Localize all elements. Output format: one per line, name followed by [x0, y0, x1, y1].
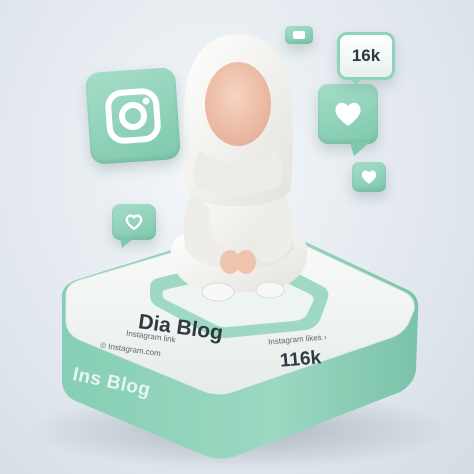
heart-icon	[125, 214, 143, 230]
chat-bubble-icon	[293, 31, 305, 39]
follower-count-badge: 16k	[337, 32, 395, 86]
heart-bubble-small-right	[352, 162, 386, 192]
instagram-bubble	[84, 66, 182, 166]
instagram-icon	[105, 88, 161, 144]
scene: Dia Blog Instagram link © Instagram.com …	[0, 0, 474, 474]
character-figure	[170, 34, 308, 302]
heart-bubble-large-tail	[350, 142, 370, 156]
chat-bubble-top	[285, 26, 313, 44]
heart-icon	[335, 102, 361, 126]
heart-bubble-large	[318, 84, 378, 144]
heart-bubble-small-left	[112, 204, 156, 240]
heart-icon	[361, 170, 377, 184]
heart-bubble-small-left-tail	[120, 238, 134, 248]
